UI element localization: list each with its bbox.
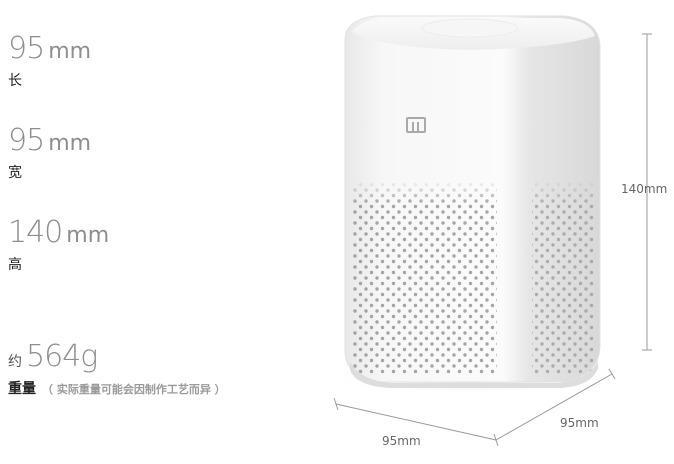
top-button xyxy=(421,18,519,38)
grille-front xyxy=(352,180,497,375)
speaker-illustration xyxy=(330,15,652,447)
height-dimension-label: 140mm xyxy=(621,182,668,196)
width-dimension-label: 95mm xyxy=(382,434,421,448)
grille-side xyxy=(532,180,594,375)
depth-dimension-label: 95mm xyxy=(560,416,599,430)
